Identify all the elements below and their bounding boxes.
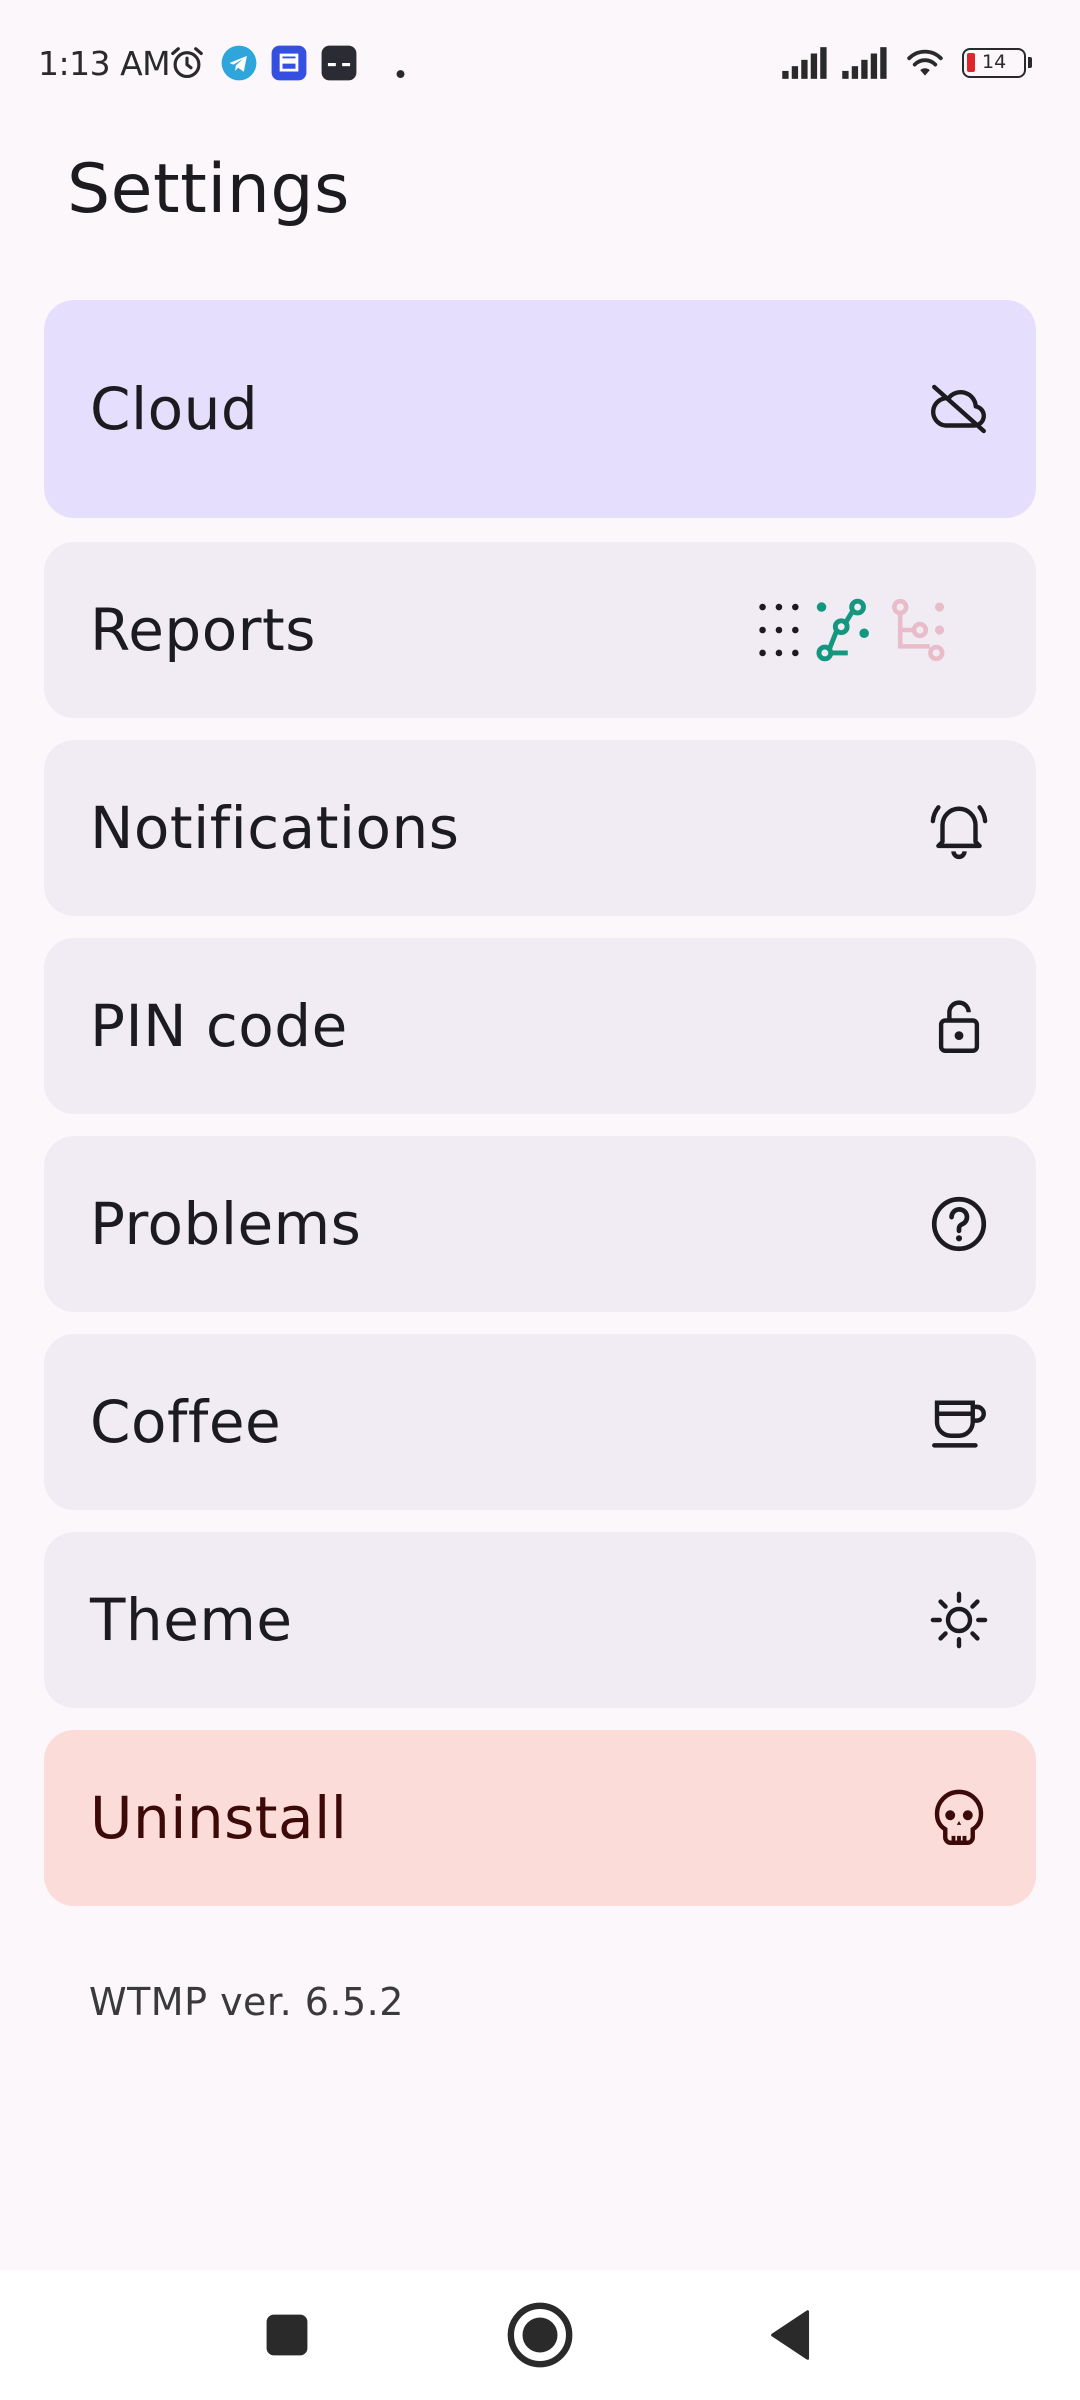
wifi-icon — [907, 49, 943, 76]
menu-item-problems[interactable]: Problems — [44, 1136, 1036, 1312]
menu-item-label: Theme — [90, 1586, 293, 1654]
page-title: Settings — [67, 150, 350, 229]
dot-icon — [396, 70, 405, 79]
alarm-icon — [171, 47, 203, 79]
menu-item-label: Problems — [90, 1190, 362, 1258]
status-time: 1:13 AM — [38, 44, 171, 83]
dots-grid-icon — [759, 603, 799, 657]
lock-open-icon — [938, 1000, 980, 1053]
reports-icons — [759, 598, 945, 662]
menu-item-label: Uninstall — [90, 1784, 348, 1852]
signal-icon — [782, 47, 827, 79]
menu-item-label: PIN code — [90, 992, 348, 1060]
home-button[interactable] — [505, 2300, 575, 2370]
signal-icon — [842, 47, 887, 79]
menu-item-label: Notifications — [90, 794, 460, 862]
help-circle-icon — [931, 1196, 987, 1252]
cloud-off-icon — [931, 384, 986, 434]
menu-item-notifications[interactable]: Notifications — [44, 740, 1036, 916]
menu-item-label: Coffee — [90, 1388, 282, 1456]
menu-item-label: Reports — [90, 596, 316, 664]
battery-level: 14 — [982, 51, 1007, 73]
menu-item-cloud[interactable]: Cloud — [44, 300, 1036, 518]
status-bar: 1:13 AM 14 — [0, 0, 1080, 130]
system-nav-bar — [0, 2270, 1080, 2400]
menu-item-theme[interactable]: Theme — [44, 1532, 1036, 1708]
coffee-cup-icon — [932, 1400, 986, 1448]
menu-item-reports[interactable]: Reports — [44, 542, 1036, 718]
sun-icon — [930, 1591, 988, 1649]
tree-icon — [892, 598, 945, 662]
telegram-icon — [221, 45, 257, 81]
recent-apps-button[interactable] — [252, 2300, 322, 2370]
app-icon-dark — [321, 45, 357, 81]
menu-item-uninstall[interactable]: Uninstall — [44, 1730, 1036, 1906]
bell-ring-icon — [930, 805, 988, 859]
skull-icon — [934, 1789, 984, 1845]
menu-item-coffee[interactable]: Coffee — [44, 1334, 1036, 1510]
app-version: WTMP ver. 6.5.2 — [89, 1980, 404, 2024]
menu-item-pin-code[interactable]: PIN code — [44, 938, 1036, 1114]
back-button[interactable] — [758, 2300, 828, 2370]
battery-icon: 14 — [962, 48, 1032, 78]
menu-item-label: Cloud — [90, 375, 259, 443]
app-icon — [271, 45, 307, 81]
timeline-icon — [816, 598, 869, 662]
